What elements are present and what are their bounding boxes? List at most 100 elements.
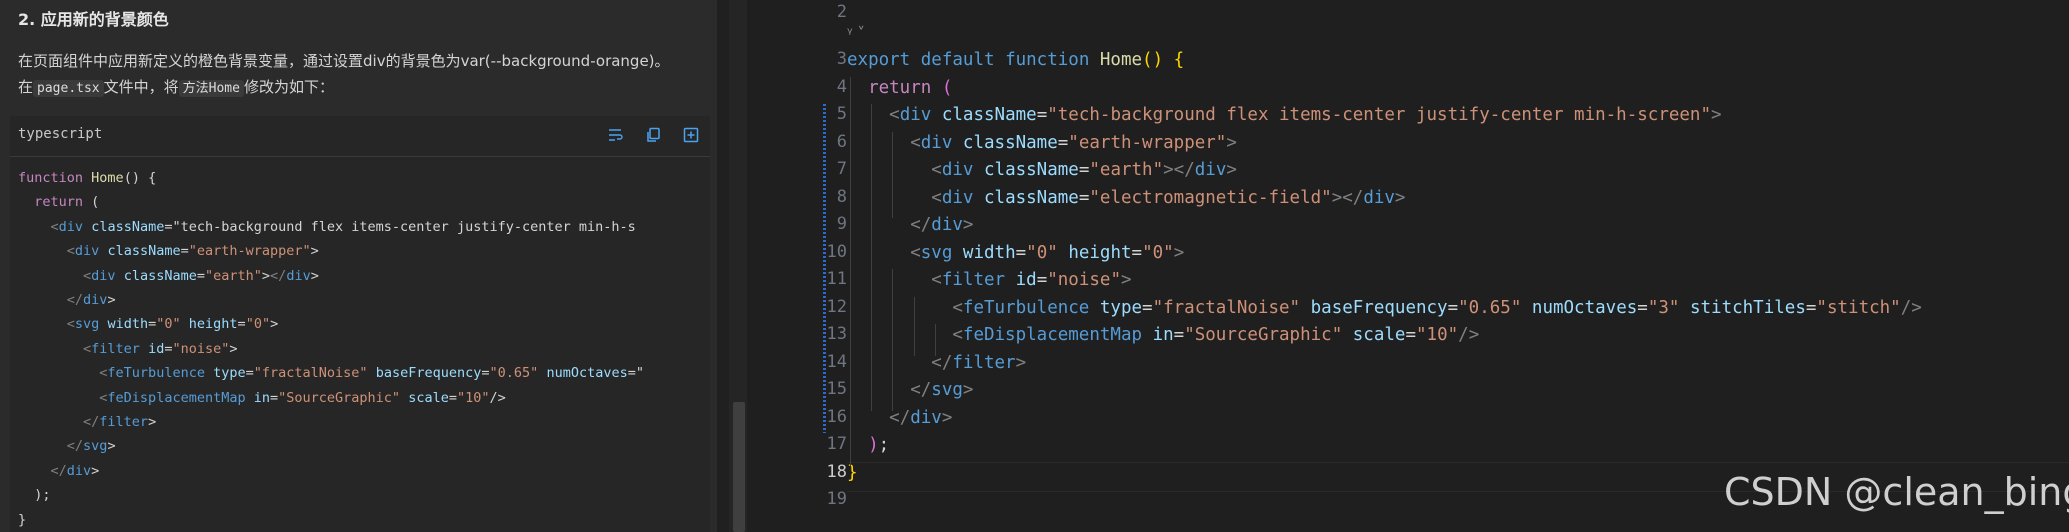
code-token: ) <box>868 435 879 455</box>
code-token: ( <box>941 78 953 98</box>
line-number: 18 <box>826 462 847 482</box>
watermark: CSDN @clean_bing <box>1724 470 2069 514</box>
text-segment: 修改为如下： <box>243 78 334 96</box>
code-line[interactable]: <div className="tech-background flex ite… <box>847 105 1721 125</box>
code-token: "fractalNoise" <box>1152 298 1311 318</box>
code-line[interactable]: </div> <box>847 408 952 428</box>
code-line[interactable]: </div> <box>847 215 973 235</box>
code-line[interactable]: <div className="electromagnetic-field"><… <box>847 188 1405 208</box>
line-number: 12 <box>826 297 847 317</box>
code-line[interactable]: export default function Home() { <box>847 50 1184 70</box>
code-token: div <box>1194 160 1227 180</box>
code-token: </ <box>931 353 953 373</box>
code-token: export <box>847 50 921 70</box>
code-token: /> <box>1458 325 1480 345</box>
line-number: 15 <box>826 379 847 399</box>
paragraph-intro: 在页面组件中应用新定义的橙色背景变量，通过设置div的背景色为var(--bac… <box>18 52 670 70</box>
code-token: "earth-wrapper" <box>1068 133 1227 153</box>
code-token: "noise" <box>1047 270 1121 290</box>
code-token: "0" <box>1142 243 1174 263</box>
code-snippet-line: <svg width="0" height="0"> <box>66 316 279 333</box>
code-token: height <box>1068 243 1132 263</box>
code-token: > <box>1226 133 1237 153</box>
code-token: Home <box>1099 50 1143 70</box>
code-token: < <box>910 133 921 153</box>
code-line[interactable]: <div className="earth-wrapper"> <box>847 133 1237 153</box>
modified-lines-indicator[interactable] <box>823 104 826 433</box>
line-number: 13 <box>826 324 847 344</box>
code-token: = <box>1078 160 1090 180</box>
code-snippet-line: </div> <box>66 292 116 309</box>
code-line[interactable]: <feDisplacementMap in="SourceGraphic" sc… <box>847 325 1479 345</box>
code-token: "stitch" <box>1816 298 1901 318</box>
code-token: "10" <box>1416 325 1459 345</box>
code-token: > <box>1173 243 1185 263</box>
code-line[interactable]: </filter> <box>847 353 1026 373</box>
code-line[interactable]: </svg> <box>847 380 973 400</box>
code-snippet-line: ); <box>18 487 51 504</box>
code-token: = <box>1131 243 1143 263</box>
inline-code: page.tsx <box>33 80 104 97</box>
code-token: = <box>1142 298 1153 318</box>
code-snippet-line: </filter> <box>83 414 157 431</box>
code-token: < <box>931 188 942 208</box>
code-line[interactable]: <filter id="noise"> <box>847 270 1131 290</box>
scrollbar-thumb[interactable] <box>733 402 745 532</box>
code-token: = <box>1637 298 1648 318</box>
code-token: div <box>1363 188 1395 208</box>
code-line[interactable]: return ( <box>847 78 952 98</box>
line-number: 9 <box>836 214 847 234</box>
code-token: "0.65" <box>1458 298 1532 318</box>
code-line[interactable]: <feTurbulence type="fractalNoise" baseFr… <box>847 298 1921 318</box>
code-token: = <box>1405 325 1416 345</box>
copy-icon[interactable] <box>644 126 662 144</box>
line-number: 11 <box>826 269 847 289</box>
code-snippet-line: </div> <box>50 462 100 479</box>
code-token: > <box>941 408 953 428</box>
code-block-header: typescript <box>10 116 710 157</box>
paragraph-instruction: 在 page.tsx 文件中，将 方法Home 修改为如下： <box>18 76 334 97</box>
code-language-label: typescript <box>18 126 103 142</box>
code-token: width <box>962 243 1016 263</box>
panel-divider[interactable] <box>717 0 729 532</box>
code-token: ></ <box>1331 188 1364 208</box>
line-number: 17 <box>826 434 847 454</box>
code-line[interactable]: <svg width="0" height="0"> <box>847 243 1184 263</box>
code-token: = <box>1447 298 1459 318</box>
code-token: { <box>1173 50 1185 70</box>
code-token: > <box>1394 188 1406 208</box>
code-token: numOctaves <box>1531 298 1638 318</box>
line-number: 19 <box>826 489 847 509</box>
code-line[interactable]: ); <box>847 435 889 455</box>
code-token: function <box>1005 50 1100 70</box>
chevron-down-icon: ˅ <box>857 24 865 42</box>
code-snippet-line: return ( <box>34 194 100 211</box>
code-line[interactable]: <div className="earth"></div> <box>847 160 1237 180</box>
code-token: > <box>1226 160 1237 180</box>
code-token: id <box>1015 270 1037 290</box>
code-line[interactable]: } <box>847 463 858 483</box>
code-token: stitchTiles <box>1689 298 1806 318</box>
code-token: } <box>847 463 858 483</box>
indent-guide <box>871 104 873 411</box>
code-token: = <box>1036 105 1048 125</box>
code-token: "earth" <box>1089 160 1164 180</box>
code-token: div <box>941 160 984 180</box>
code-token: = <box>1805 298 1817 318</box>
code-editor[interactable]: 2 3 4 5 6 7 8 9 10 11 12 13 14 15 16 17 18 19 ᵞ ˅ export … <box>747 0 2069 532</box>
code-token: feTurbulence <box>962 298 1100 318</box>
insert-icon[interactable] <box>682 126 700 144</box>
codelens[interactable]: ᵞ ˅ <box>847 24 865 46</box>
wrap-icon[interactable] <box>606 126 624 144</box>
code-token: = <box>1173 325 1185 345</box>
code-block: typescript function Home() { return ( <d… <box>10 116 710 532</box>
indent-guide <box>892 269 894 411</box>
code-token: className <box>984 188 1079 208</box>
code-token: div <box>899 105 942 125</box>
line-number: 2 <box>836 2 847 22</box>
code-token: filter <box>941 270 1016 290</box>
